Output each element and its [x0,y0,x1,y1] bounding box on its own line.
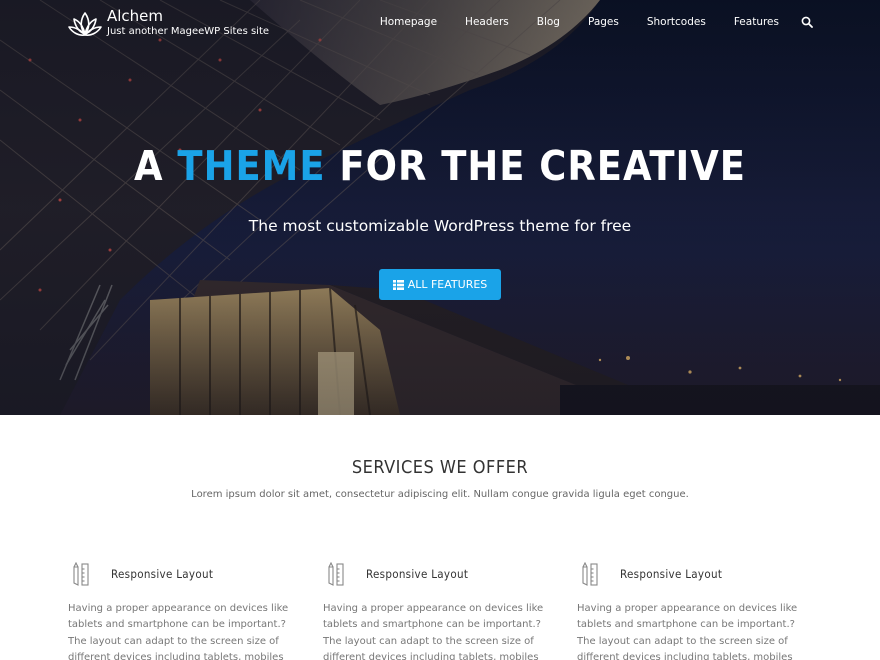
service-text: Having a proper appearance on devices li… [68,603,289,660]
site-title[interactable]: Alchem [107,8,269,24]
hero-headline-part1: A [134,142,178,190]
site-logo[interactable]: Alchem Just another MageeWP Sites site [68,8,269,40]
service-title: Responsive Layout [366,567,469,581]
hero-headline-accent: THEME [177,142,326,190]
list-icon [392,279,404,290]
service-text: Having a proper appearance on devices li… [323,603,544,660]
site-tagline: Just another MageeWP Sites site [107,26,270,37]
services-description: Lorem ipsum dolor sit amet, consectetur … [191,489,689,500]
hero-headline-part2: FOR THE CREATIVE [325,142,746,190]
search-icon[interactable] [801,16,813,28]
hero-subtitle: The most customizable WordPress theme fo… [248,217,632,235]
service-title: Responsive Layout [111,567,214,581]
all-features-button-label: ALL FEATURES [407,278,488,291]
nav-item-blog[interactable]: Blog [537,16,560,28]
nav-item-headers[interactable]: Headers [465,16,509,28]
service-item: Responsive Layout Having a proper appear… [323,562,567,660]
service-item: Responsive Layout Having a proper appear… [577,562,821,660]
main-navigation: Homepage Headers Blog Pages Shortcodes F… [380,16,813,28]
all-features-button[interactable]: ALL FEATURES [379,269,501,300]
nav-item-features[interactable]: Features [734,16,779,28]
nav-item-shortcodes[interactable]: Shortcodes [647,16,706,28]
service-item: Responsive Layout Having a proper appear… [68,562,312,660]
service-text: Having a proper appearance on devices li… [577,603,798,660]
services-heading: SERVICES WE OFFER [351,457,529,478]
pencil-ruler-icon [73,562,89,586]
pencil-ruler-icon [328,562,344,586]
nav-item-homepage[interactable]: Homepage [380,16,437,28]
service-title: Responsive Layout [620,567,723,581]
hero-headline: A THEME FOR THE CREATIVE [0,142,880,190]
nav-item-pages[interactable]: Pages [588,16,619,28]
hero-banner [0,0,880,415]
pencil-ruler-icon [582,562,598,586]
hero-overlay [0,0,880,415]
lotus-logo-icon [68,12,102,36]
